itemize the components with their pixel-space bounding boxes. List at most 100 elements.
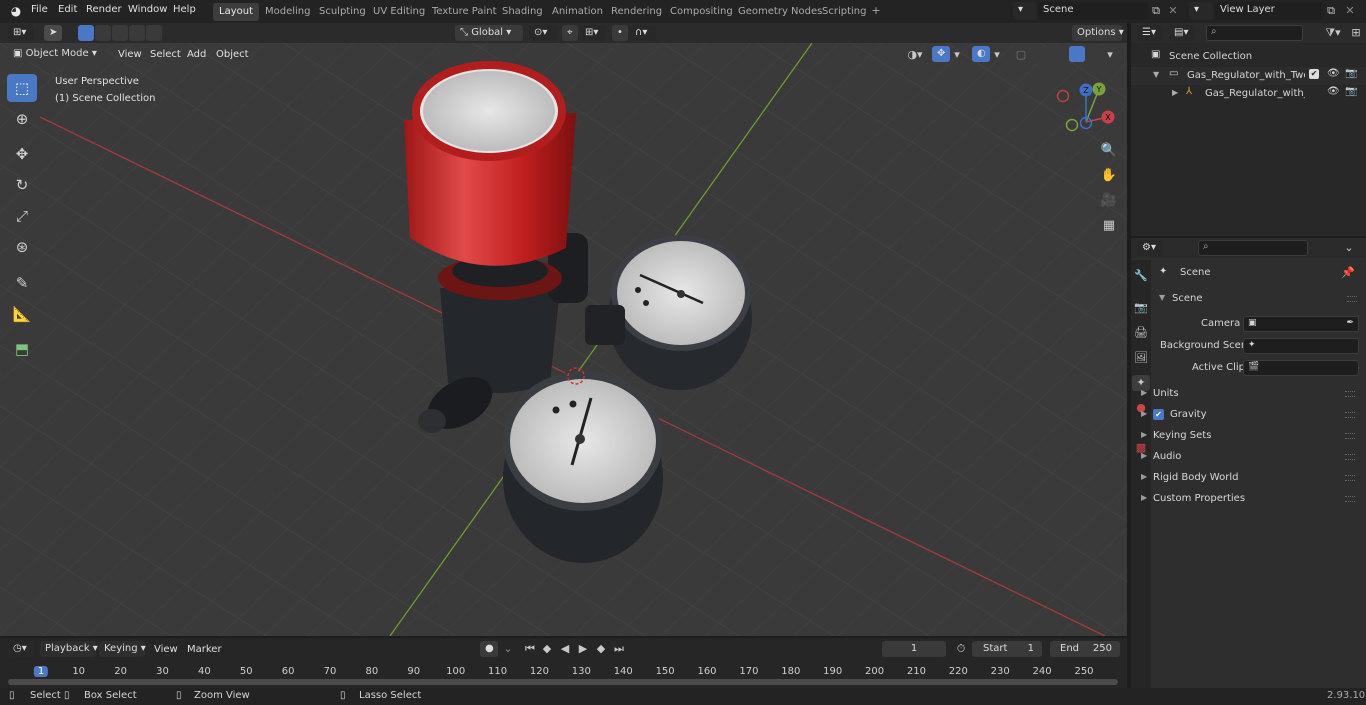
background-scene-field[interactable]: ✦: [1243, 338, 1359, 354]
measure-tool-icon[interactable]: 📐: [7, 300, 37, 328]
copy-scene-icon[interactable]: ⧉: [1149, 3, 1163, 19]
tab-geometry-nodes[interactable]: Geometry Nodes: [732, 3, 828, 21]
overlays-dropdown-icon[interactable]: ▾: [991, 47, 1003, 63]
camera-field[interactable]: ▣ ✒: [1243, 316, 1359, 332]
pressure-gauge-front[interactable]: [503, 367, 663, 563]
close-scene-icon[interactable]: ✕: [1166, 3, 1180, 19]
eye-icon[interactable]: 👁: [1327, 68, 1340, 79]
drag-grip-icon[interactable]: [1345, 433, 1355, 439]
pivot-point-icon[interactable]: ⊙▾: [529, 25, 557, 41]
output-tab-icon[interactable]: 🖨: [1133, 325, 1149, 341]
select-subtract-icon[interactable]: [112, 25, 128, 41]
mode-dropdown[interactable]: ▣ Object Mode ▾: [8, 46, 106, 63]
render-tab-icon[interactable]: 📷: [1133, 300, 1149, 316]
scene-selector-icon[interactable]: ▾: [1013, 2, 1036, 20]
drag-grip-icon[interactable]: [1345, 475, 1355, 481]
menu-edit[interactable]: Edit: [58, 4, 77, 15]
scale-tool-icon[interactable]: ⤢: [7, 202, 37, 230]
add-workspace-icon[interactable]: +: [869, 3, 883, 19]
menu-window[interactable]: Window: [128, 4, 167, 15]
drag-grip-icon[interactable]: [1345, 454, 1355, 460]
gizmo-dropdown-icon[interactable]: ▾: [951, 47, 963, 63]
exclude-checkbox[interactable]: ✔: [1309, 69, 1319, 79]
menu-view[interactable]: View: [118, 49, 142, 60]
panel-rigid-body-world[interactable]: ▶ Rigid Body World: [1133, 469, 1361, 489]
gizmo-toggle-icon[interactable]: ✥: [932, 46, 950, 62]
eye-icon[interactable]: 👁: [1327, 86, 1340, 97]
view-layer-tab-icon[interactable]: 🖼: [1133, 350, 1149, 366]
copy-view-layer-icon[interactable]: ⧉: [1324, 3, 1338, 19]
options-dropdown[interactable]: Options ▾: [1072, 25, 1124, 41]
tab-uv-editing[interactable]: UV Editing: [367, 3, 431, 21]
tool-tab-icon[interactable]: 🔧: [1133, 268, 1149, 284]
viewport-canvas[interactable]: Z Y X: [0, 43, 1127, 636]
tab-sculpting[interactable]: Sculpting: [313, 3, 372, 21]
view-layer-field[interactable]: View Layer: [1215, 2, 1323, 20]
rotate-tool-icon[interactable]: ↻: [7, 171, 37, 199]
tab-layout[interactable]: Layout: [213, 3, 259, 21]
select-extend-icon[interactable]: [95, 25, 111, 41]
camera-render-icon[interactable]: 📷: [1345, 68, 1357, 79]
add-cube-tool-icon[interactable]: ⬒: [7, 335, 37, 363]
outliner-search-input[interactable]: ⌕: [1206, 25, 1303, 41]
panel-audio[interactable]: ▶ Audio: [1133, 448, 1361, 468]
panel-keying-sets[interactable]: ▶ Keying Sets: [1133, 427, 1361, 447]
new-collection-icon[interactable]: ⊞: [1349, 25, 1363, 41]
eyedropper-icon[interactable]: ✒: [1346, 318, 1354, 328]
snap-toggle-icon[interactable]: ⌖: [562, 25, 578, 41]
tab-modeling[interactable]: Modeling: [259, 3, 317, 21]
menu-help[interactable]: Help: [173, 4, 196, 15]
properties-editor-type-icon[interactable]: ⚙▾: [1137, 240, 1163, 256]
view-layer-selector-icon[interactable]: ▾: [1189, 2, 1213, 20]
drag-grip-icon[interactable]: [1345, 391, 1355, 397]
outliner-scene-collection[interactable]: ▣ Scene Collection: [1149, 49, 1359, 65]
expand-right-icon[interactable]: ▶: [1172, 88, 1178, 97]
tab-compositing[interactable]: Compositing: [664, 3, 739, 21]
select-box-tool-icon[interactable]: ⬚: [7, 74, 37, 102]
menu-file[interactable]: File: [31, 4, 48, 15]
panel-units[interactable]: ▶ Units: [1133, 385, 1361, 405]
select-invert-icon[interactable]: [129, 25, 145, 41]
blender-logo-icon[interactable]: ◕: [8, 3, 24, 19]
tab-texture-paint[interactable]: Texture Paint: [426, 3, 503, 21]
outliner-row[interactable]: ▼ ▭ Gas_Regulator_with_Two_Gau ✔ 👁 📷: [1131, 67, 1366, 85]
active-clip-field[interactable]: 🎬: [1243, 360, 1359, 376]
timeline-scrollbar[interactable]: [8, 679, 1118, 685]
tool-select-icon[interactable]: ➤: [44, 25, 62, 41]
annotate-tool-icon[interactable]: ✎: [7, 269, 37, 297]
camera-render-icon[interactable]: 📷: [1345, 86, 1357, 97]
properties-options-icon[interactable]: ⌄: [1342, 240, 1356, 256]
overlays-toggle-icon[interactable]: ◐: [972, 46, 990, 62]
close-view-layer-icon[interactable]: ✕: [1343, 3, 1357, 19]
zoom-view-icon[interactable]: 🔍: [1098, 143, 1120, 165]
3d-viewport[interactable]: Z Y X ▣ Object Mode ▾ View Select Add Ob…: [0, 43, 1127, 636]
transform-orientation-dropdown[interactable]: ⤡ Global ▾: [455, 25, 523, 41]
camera-view-icon[interactable]: 🎥: [1098, 193, 1120, 215]
shading-dropdown-icon[interactable]: ▾: [1104, 47, 1116, 63]
outliner-row[interactable]: ▶ ⅄ Gas_Regulator_with_Two 👁 📷: [1131, 85, 1366, 103]
editor-type-icon[interactable]: ⊞▾: [8, 25, 34, 41]
tab-shading[interactable]: Shading: [496, 3, 549, 21]
wireframe-shading-icon[interactable]: [1035, 46, 1051, 62]
proportional-edit-icon[interactable]: •: [612, 25, 628, 41]
drag-grip-icon[interactable]: [1345, 496, 1355, 502]
pan-view-icon[interactable]: ✋: [1098, 168, 1120, 190]
visibility-icon[interactable]: ◑▾: [903, 47, 927, 63]
tab-scripting[interactable]: Scripting: [816, 3, 872, 21]
move-tool-icon[interactable]: ✥: [7, 140, 37, 168]
solid-shading-icon[interactable]: [1052, 46, 1068, 62]
scene-section-header[interactable]: ▼ Scene: [1153, 290, 1363, 308]
menu-select[interactable]: Select: [150, 49, 181, 60]
menu-render[interactable]: Render: [86, 4, 122, 15]
outliner-filter-icon[interactable]: ⧩▾: [1321, 25, 1345, 41]
select-intersect-icon[interactable]: [146, 25, 162, 41]
menu-object[interactable]: Object: [216, 49, 249, 60]
pin-icon[interactable]: 📌: [1341, 265, 1355, 281]
properties-search-input[interactable]: ⌕: [1198, 240, 1308, 256]
drag-grip-icon[interactable]: [1345, 412, 1355, 418]
expand-down-icon[interactable]: ▼: [1153, 70, 1159, 79]
ortho-grid-icon[interactable]: ▦: [1098, 218, 1120, 240]
scene-name-field[interactable]: Scene: [1038, 2, 1148, 20]
gravity-checkbox[interactable]: ✔: [1153, 409, 1164, 420]
rendered-shading-icon[interactable]: [1086, 46, 1102, 62]
